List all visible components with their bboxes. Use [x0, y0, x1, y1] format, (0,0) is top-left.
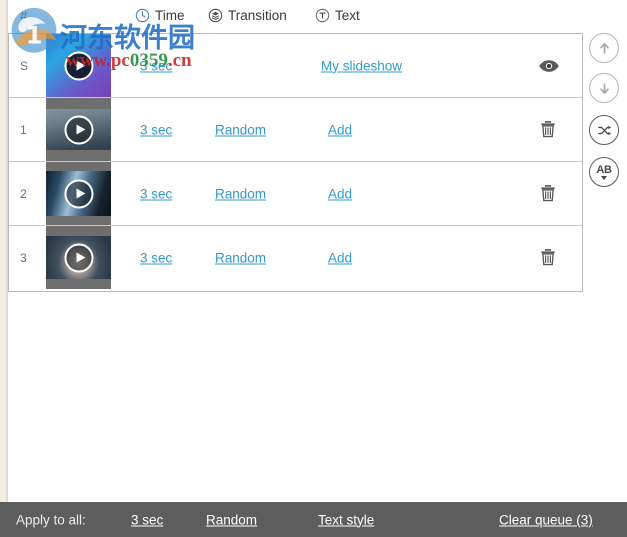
move-up-button[interactable]: [589, 33, 619, 63]
row-duration-link[interactable]: 3 sec: [140, 58, 172, 73]
column-header-time-label: Time: [155, 8, 185, 23]
table-row[interactable]: S 3 sec My slideshow: [9, 34, 582, 98]
column-header-transition-label: Transition: [228, 8, 287, 23]
queue-column-header: # Time Transition Text: [8, 0, 584, 34]
play-icon[interactable]: [64, 179, 93, 208]
layers-icon: [208, 8, 223, 23]
row-slideshow-title-link[interactable]: My slideshow: [321, 58, 402, 73]
column-header-text-label: Text: [335, 8, 360, 23]
apply-to-all-label: Apply to all:: [16, 512, 86, 527]
row-index: 3: [20, 251, 27, 265]
play-icon[interactable]: [64, 115, 93, 144]
table-row[interactable]: 3 3 sec Random Add: [9, 226, 582, 290]
delete-item-button[interactable]: [537, 182, 561, 206]
text-circle-icon: [315, 8, 330, 23]
arrow-up-icon: [599, 42, 609, 54]
row-duration-link[interactable]: 3 sec: [140, 251, 172, 266]
row-transition-link[interactable]: Random: [215, 251, 266, 266]
sort-alphabetically-label: AB: [596, 164, 612, 176]
clear-queue-link[interactable]: Clear queue (3): [499, 512, 593, 527]
sort-alphabetically-button[interactable]: AB: [589, 157, 619, 187]
table-row[interactable]: 2 3 sec Random Add: [9, 162, 582, 226]
row-thumbnail[interactable]: [46, 98, 111, 161]
clock-icon: [135, 8, 150, 23]
apply-transition-link[interactable]: Random: [206, 512, 257, 527]
apply-duration-link[interactable]: 3 sec: [131, 512, 163, 527]
row-transition-link[interactable]: Random: [215, 122, 266, 137]
row-thumbnail[interactable]: [46, 34, 111, 97]
row-transition-link[interactable]: Random: [215, 186, 266, 201]
delete-item-button[interactable]: [537, 118, 561, 142]
row-add-text-link[interactable]: Add: [328, 122, 352, 137]
column-header-text: Text: [315, 8, 360, 23]
column-header-index: #: [20, 8, 28, 23]
media-queue-list: S 3 sec My slideshow 1 3 sec Random Add: [8, 33, 583, 292]
preview-slideshow-button[interactable]: [537, 54, 561, 78]
column-header-time: Time: [135, 8, 185, 23]
chevron-down-icon: [601, 175, 607, 180]
row-index: 1: [20, 122, 27, 137]
row-index: 2: [20, 186, 27, 201]
column-header-transition: Transition: [208, 8, 287, 23]
shuffle-icon: [597, 125, 611, 135]
move-down-button[interactable]: [589, 73, 619, 103]
play-icon[interactable]: [64, 243, 93, 272]
row-duration-link[interactable]: 3 sec: [140, 186, 172, 201]
row-index: S: [20, 58, 29, 73]
table-row[interactable]: 1 3 sec Random Add: [9, 98, 582, 162]
arrow-down-icon: [599, 82, 609, 94]
row-thumbnail[interactable]: [46, 162, 111, 225]
shuffle-button[interactable]: [589, 115, 619, 145]
apply-text-style-link[interactable]: Text style: [318, 512, 374, 527]
row-duration-link[interactable]: 3 sec: [140, 122, 172, 137]
apply-to-all-bar: Apply to all: 3 sec Random Text style Cl…: [0, 502, 627, 537]
row-add-text-link[interactable]: Add: [328, 186, 352, 201]
queue-tool-buttons: AB: [589, 33, 621, 195]
row-thumbnail[interactable]: [46, 226, 111, 289]
play-icon[interactable]: [64, 51, 93, 80]
row-add-text-link[interactable]: Add: [328, 251, 352, 266]
delete-item-button[interactable]: [537, 246, 561, 270]
